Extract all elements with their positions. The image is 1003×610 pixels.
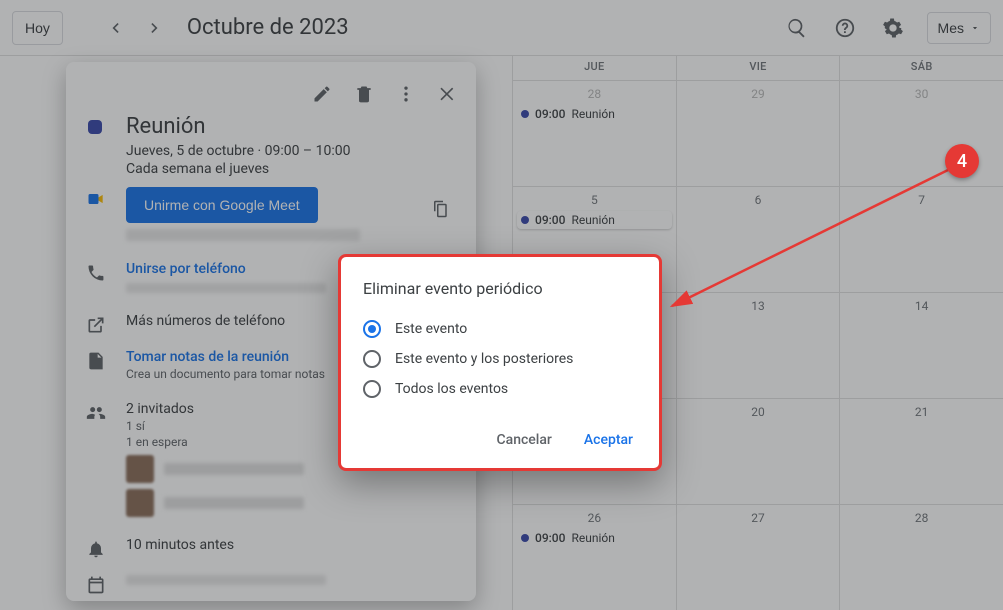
cancel-button[interactable]: Cancelar xyxy=(493,426,556,454)
radio-label: Este evento y los posteriores xyxy=(395,351,573,367)
radio-all-events[interactable]: Todos los eventos xyxy=(363,374,637,404)
dialog-title: Eliminar evento periódico xyxy=(363,279,637,298)
radio-icon xyxy=(363,380,381,398)
delete-recurring-dialog: Eliminar evento periódico Este evento Es… xyxy=(338,254,662,471)
ok-button[interactable]: Aceptar xyxy=(580,426,637,454)
radio-icon xyxy=(363,350,381,368)
radio-this-event[interactable]: Este evento xyxy=(363,314,637,344)
radio-label: Este evento xyxy=(395,321,467,337)
annotation-badge: 4 xyxy=(945,144,979,178)
radio-icon xyxy=(363,320,381,338)
radio-this-and-following[interactable]: Este evento y los posteriores xyxy=(363,344,637,374)
radio-label: Todos los eventos xyxy=(395,381,508,397)
